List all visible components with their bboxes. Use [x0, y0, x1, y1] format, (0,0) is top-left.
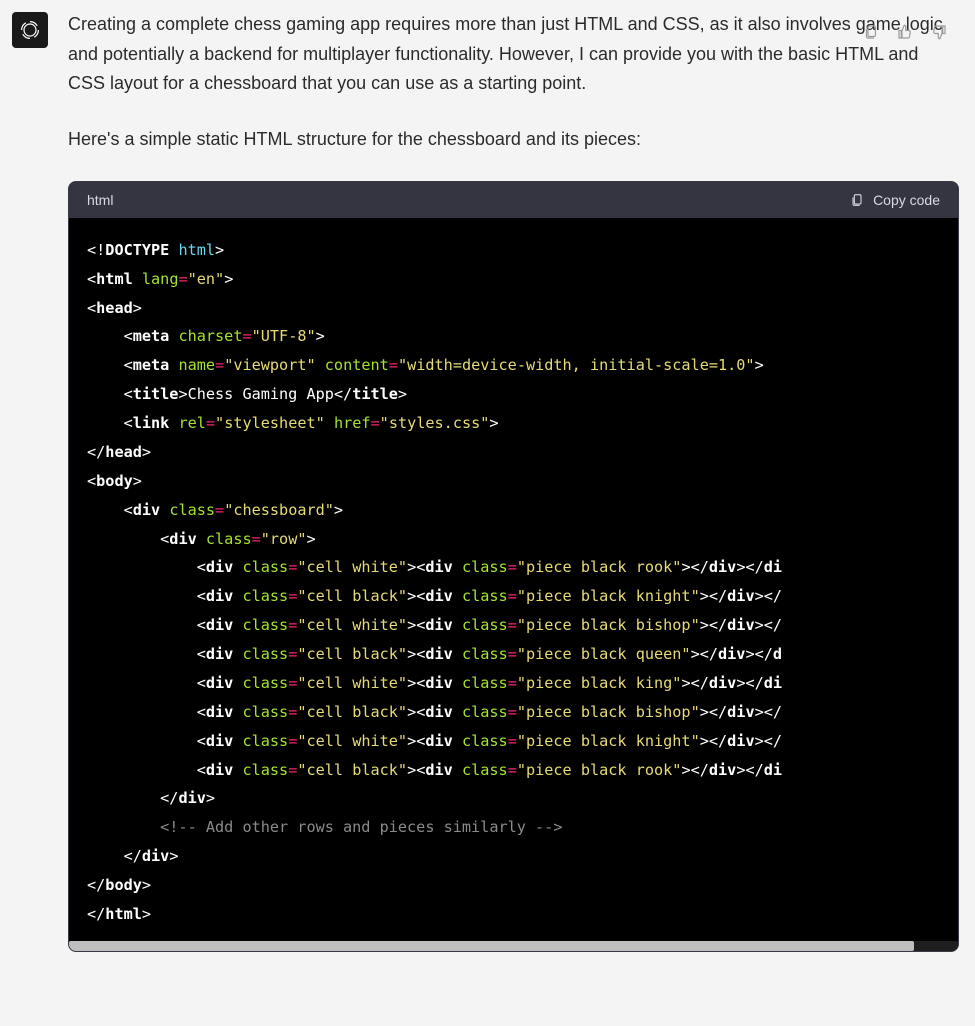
- copy-code-label: Copy code: [873, 192, 940, 208]
- assistant-avatar: [12, 12, 48, 48]
- assistant-message: Creating a complete chess gaming app req…: [12, 10, 963, 952]
- message-actions: [861, 22, 949, 42]
- openai-logo-icon: [18, 18, 42, 42]
- message-content: Creating a complete chess gaming app req…: [68, 10, 963, 952]
- thumbs-down-icon[interactable]: [929, 22, 949, 42]
- message-paragraph: Creating a complete chess gaming app req…: [68, 10, 959, 99]
- horizontal-scrollbar[interactable]: [69, 941, 958, 951]
- thumbs-up-icon[interactable]: [895, 22, 915, 42]
- code-header: html Copy code: [69, 182, 958, 218]
- clipboard-icon: [849, 192, 865, 208]
- code-content: <!DOCTYPE html> <html lang="en"> <head> …: [69, 236, 958, 929]
- message-paragraph: Here's a simple static HTML structure fo…: [68, 125, 959, 155]
- copy-code-button[interactable]: Copy code: [849, 192, 940, 208]
- code-block: html Copy code <!DOCTYPE html> <html lan…: [68, 181, 959, 952]
- code-body[interactable]: <!DOCTYPE html> <html lang="en"> <head> …: [69, 218, 958, 941]
- clipboard-icon[interactable]: [861, 22, 881, 42]
- scrollbar-thumb[interactable]: [69, 941, 914, 951]
- code-language-label: html: [87, 192, 113, 208]
